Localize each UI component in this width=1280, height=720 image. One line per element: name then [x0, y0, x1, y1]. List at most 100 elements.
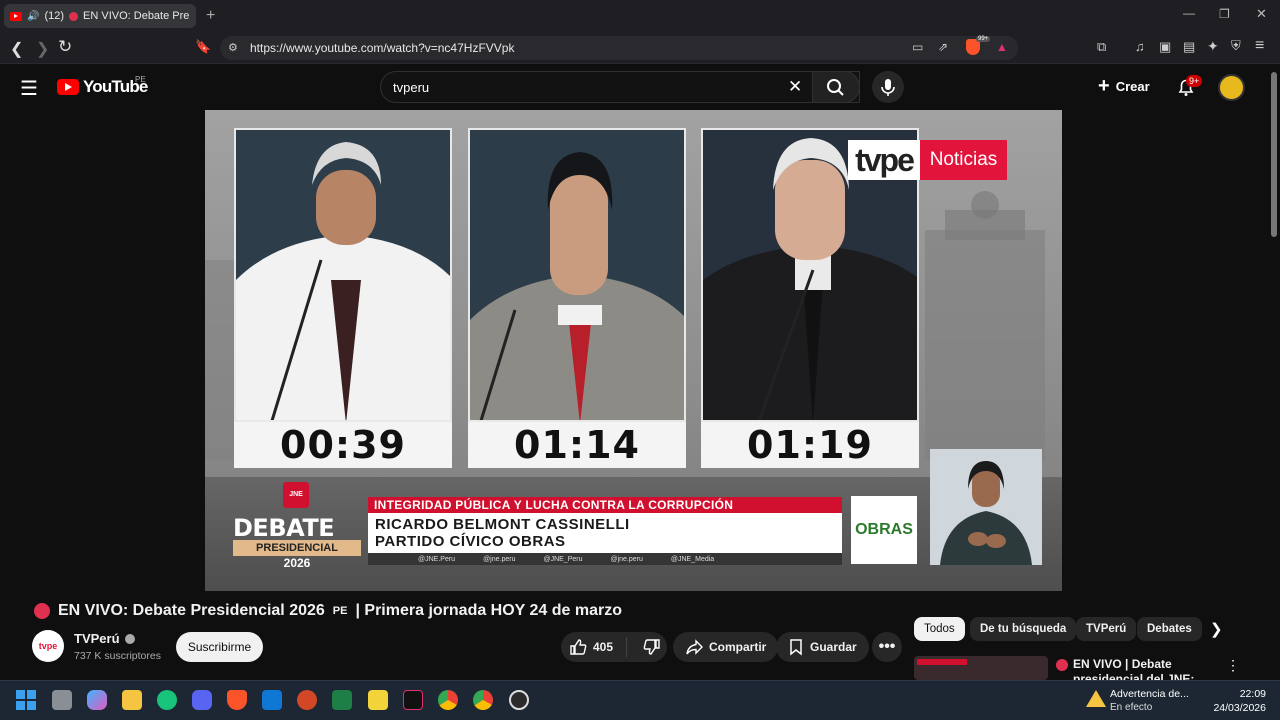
menu-icon[interactable]: ≡ — [1255, 37, 1264, 55]
thumbs-down-icon — [643, 639, 660, 655]
debate-year: 2026 — [283, 556, 311, 570]
clock-time[interactable]: 22:09 — [1236, 688, 1266, 700]
timer-1: 00:39 — [234, 422, 452, 468]
reload-icon[interactable]: ↻ — [58, 37, 72, 57]
brave-icon[interactable] — [227, 690, 247, 710]
debate-topic: INTEGRIDAD PÚBLICA Y LUCHA CONTRA LA COR… — [368, 497, 842, 513]
back-icon[interactable]: ❮ — [10, 39, 23, 59]
discord-icon[interactable] — [192, 690, 212, 710]
share-button[interactable]: Compartir — [673, 632, 779, 662]
search-value: tvperu — [393, 79, 430, 95]
voice-search-button[interactable] — [872, 71, 904, 103]
tvpe-logo: tvpe — [848, 140, 920, 180]
channel-name[interactable]: TVPerú — [74, 631, 135, 646]
recommended-menu-icon[interactable]: ⋮ — [1226, 657, 1240, 674]
share-page-icon[interactable]: ⇗ — [938, 40, 948, 54]
notification-title[interactable]: Advertencia de... — [1110, 688, 1189, 700]
video-title-tag: PE — [332, 605, 348, 617]
github-desktop-icon[interactable] — [509, 690, 529, 710]
leo-ai-icon[interactable]: ✦ — [1207, 38, 1219, 55]
sidebar-icon[interactable]: ▣ — [1159, 39, 1171, 55]
timer-3: 01:19 — [701, 422, 919, 468]
save-button[interactable]: Guardar — [776, 632, 869, 662]
dislike-button[interactable] — [633, 638, 661, 656]
tiktok-icon[interactable] — [403, 690, 423, 710]
chip-from-search[interactable]: De tu búsqueda — [970, 617, 1077, 641]
file-explorer-icon[interactable] — [122, 690, 142, 710]
chips-next-icon[interactable]: ❯ — [1210, 620, 1223, 638]
task-view-icon[interactable] — [52, 690, 72, 710]
youtube-logo[interactable]: YouTube — [57, 77, 148, 97]
media-icon[interactable]: ♫ — [1135, 39, 1145, 54]
create-button[interactable]: + Crear — [1098, 75, 1150, 97]
chip-debates[interactable]: Debates — [1137, 617, 1202, 641]
interpreter-image — [940, 461, 1032, 565]
chip-all[interactable]: Todos — [914, 617, 965, 641]
recommended-live-icon — [1056, 659, 1068, 671]
subscriber-count: 737 K suscriptores — [74, 650, 161, 662]
copilot-icon[interactable] — [87, 690, 107, 710]
outlook-icon[interactable] — [262, 690, 282, 710]
scrollbar-thumb[interactable] — [1271, 72, 1277, 237]
candidate-panel-1 — [234, 128, 452, 422]
speaker-icon[interactable]: 🔊 — [27, 11, 39, 22]
app-green-icon[interactable] — [157, 690, 177, 710]
powerpoint-icon[interactable] — [297, 690, 317, 710]
chip-channel[interactable]: TVPerú — [1076, 617, 1137, 641]
account-avatar[interactable] — [1218, 74, 1245, 101]
search-button[interactable] — [812, 71, 860, 103]
noticias-logo: Noticias — [920, 140, 1007, 180]
page-scrollbar[interactable] — [1268, 64, 1280, 680]
site-info-icon[interactable]: ⚙ — [228, 41, 238, 54]
minimize-icon[interactable]: — — [1183, 6, 1195, 20]
plus-icon: + — [1098, 75, 1110, 97]
speaker-name: RICARDO BELMONT CASSINELLI — [375, 516, 630, 533]
candidate-1-image — [236, 142, 450, 420]
save-label: Guardar — [810, 640, 857, 654]
social-handles: @JNE.Peru @jne.peru @JNE_Peru @jne.peru … — [368, 553, 842, 565]
channel-name-text: TVPerú — [74, 631, 120, 646]
video-player[interactable]: 00:39 01:14 01:19 tvpe Noticias JNE DEBA… — [205, 110, 1062, 591]
recommended-title-text: EN VIVO | Debate presidencial del JNE: D… — [1073, 657, 1195, 680]
extension-badge: 99+ — [976, 36, 991, 42]
subscribe-button[interactable]: Suscribirme — [176, 632, 263, 662]
start-button[interactable] — [16, 690, 36, 710]
live-indicator-icon — [34, 603, 50, 619]
like-count: 405 — [593, 640, 614, 654]
excel-icon[interactable] — [332, 690, 352, 710]
search-icon — [827, 79, 844, 96]
notification-status: En efecto — [1110, 702, 1153, 713]
like-button[interactable]: 405 — [561, 637, 627, 657]
clock-date[interactable]: 24/03/2026 — [1206, 702, 1266, 714]
tab-count: (12) — [44, 10, 65, 22]
rewards-icon[interactable]: ▲ — [996, 40, 1008, 54]
sticky-notes-icon[interactable] — [368, 690, 388, 710]
reader-icon[interactable]: ⧉ — [1097, 39, 1106, 55]
speaker-info: RICARDO BELMONT CASSINELLI PARTIDO CÍVIC… — [368, 513, 842, 553]
recommended-thumbnail[interactable] — [914, 656, 1048, 680]
hamburger-menu-icon[interactable]: ☰ — [20, 76, 38, 101]
maximize-icon[interactable]: ❐ — [1219, 7, 1230, 21]
close-window-icon[interactable]: ✕ — [1256, 6, 1267, 22]
chrome-profile-icon[interactable] — [473, 690, 493, 710]
microphone-icon — [881, 79, 895, 96]
cast-icon[interactable]: ▭ — [912, 40, 923, 54]
forward-icon[interactable]: ❯ — [36, 39, 49, 59]
browser-tab[interactable]: 🔊 (12) EN VIVO: Debate Pre ✕ — [4, 4, 196, 28]
bookmark-icon[interactable]: 🔖 — [195, 39, 211, 55]
vpn-icon[interactable]: ⛨ — [1231, 38, 1241, 54]
party-logo: OBRAS — [851, 496, 917, 564]
more-actions-button[interactable]: ••• — [872, 632, 902, 662]
chrome-icon[interactable] — [438, 690, 458, 710]
wallet-icon[interactable]: ▤ — [1183, 39, 1195, 55]
create-label: Crear — [1115, 78, 1150, 94]
recommended-title[interactable]: EN VIVO | Debate presidencial del JNE: D… — [1056, 657, 1206, 680]
address-bar[interactable]: ⚙ https://www.youtube.com/watch?v=nc47Hz… — [220, 36, 1018, 60]
new-tab-icon[interactable]: + — [206, 7, 215, 25]
warning-icon[interactable] — [1086, 690, 1106, 707]
more-horizontal-icon: ••• — [878, 638, 896, 655]
tab-close-icon[interactable]: ✕ — [194, 9, 196, 23]
channel-avatar[interactable]: tvpe — [32, 630, 64, 662]
clear-search-icon[interactable]: ✕ — [788, 77, 802, 97]
social-tiktok: @jne.peru — [610, 555, 643, 563]
